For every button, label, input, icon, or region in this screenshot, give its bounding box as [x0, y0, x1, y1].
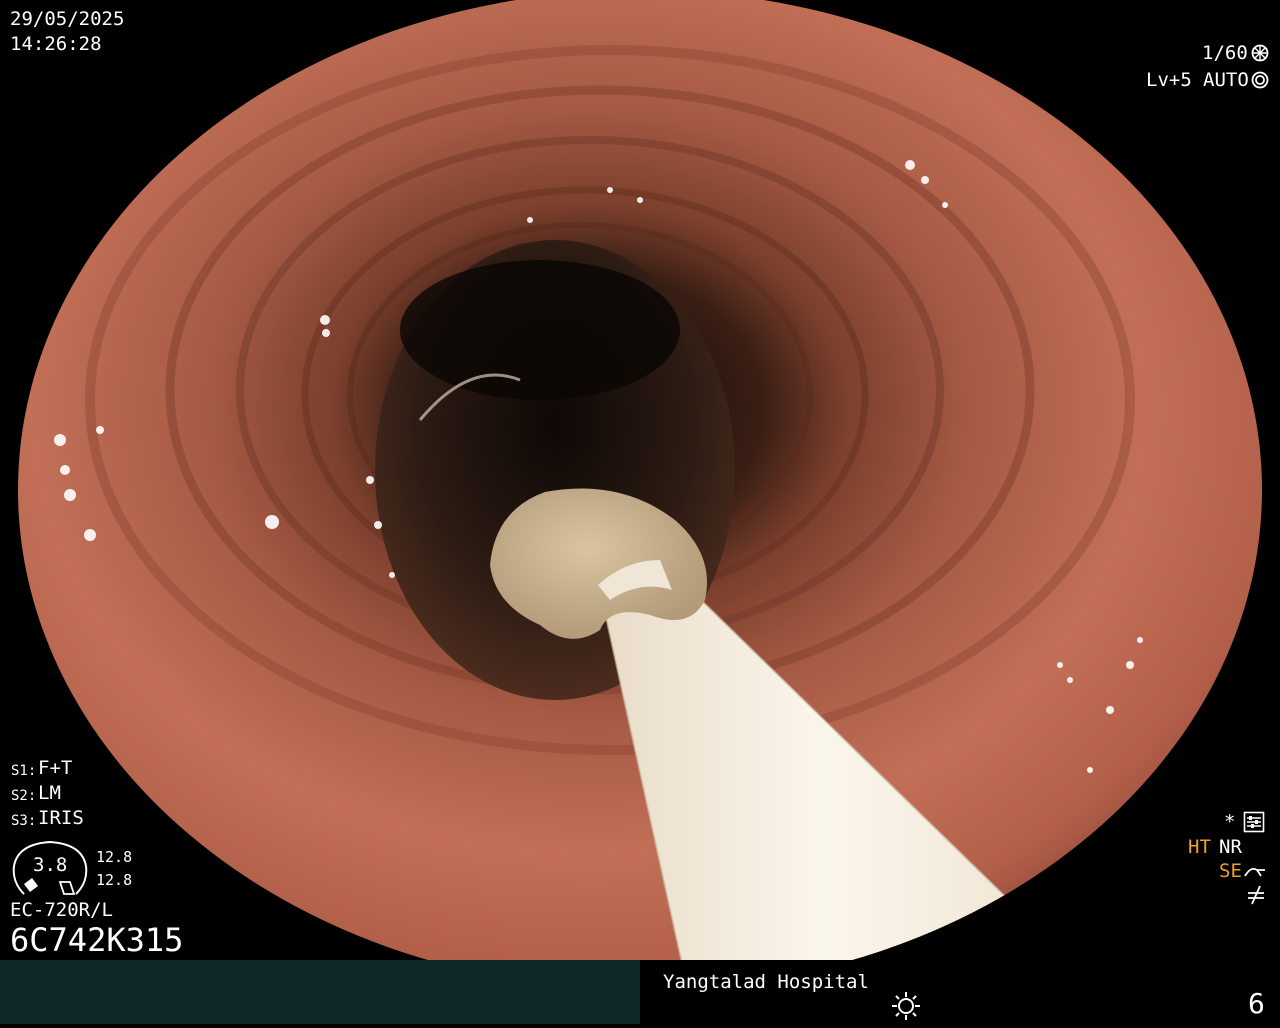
exam-date: 29/05/2025: [10, 8, 125, 30]
switch-2-label: S2:: [11, 788, 37, 804]
hospital-name: Yangtalad Hospital: [663, 971, 869, 993]
enhancement-curve-icon: [1243, 862, 1267, 882]
switch-3-label: S3:: [11, 813, 37, 829]
gauge-right-top: 12.8: [96, 848, 133, 866]
ht-indicator: HT: [1188, 836, 1211, 858]
endoscopic-image: [18, 0, 1262, 990]
switch-2-value: LM: [38, 782, 61, 804]
page-number: 6: [1248, 987, 1265, 1020]
star-indicator: *: [1224, 811, 1236, 833]
aperture-icon: [1251, 44, 1269, 62]
switch-1-value: F+T: [38, 757, 73, 779]
shutter-speed: 1/60: [1202, 42, 1248, 64]
exposure-mode: AUTO: [1203, 69, 1249, 91]
settings-panel-icon: [1243, 811, 1265, 833]
filter-slash-icon: [1246, 884, 1266, 906]
endoscopy-view: 29/05/2025 14:26:28 1/60 Lv+5 AUTO S1: F…: [0, 0, 1280, 1024]
light-level: Lv+5: [1146, 69, 1192, 91]
switch-3-value: IRIS: [38, 807, 84, 829]
nr-indicator: NR: [1219, 836, 1242, 858]
switch-1-label: S1:: [11, 763, 37, 779]
footer-left-bar: [0, 960, 640, 1024]
auto-iris-icon: [1251, 71, 1269, 89]
gauge-value: 3.8: [33, 854, 68, 876]
brightness-sun-icon: [890, 990, 922, 1022]
exam-time: 14:26:28: [10, 33, 102, 55]
scope-serial: 6C742K315: [10, 921, 184, 959]
se-indicator: SE: [1219, 860, 1242, 882]
gauge-right-bottom: 12.8: [96, 871, 133, 889]
scope-model: EC-720R/L: [10, 899, 113, 921]
